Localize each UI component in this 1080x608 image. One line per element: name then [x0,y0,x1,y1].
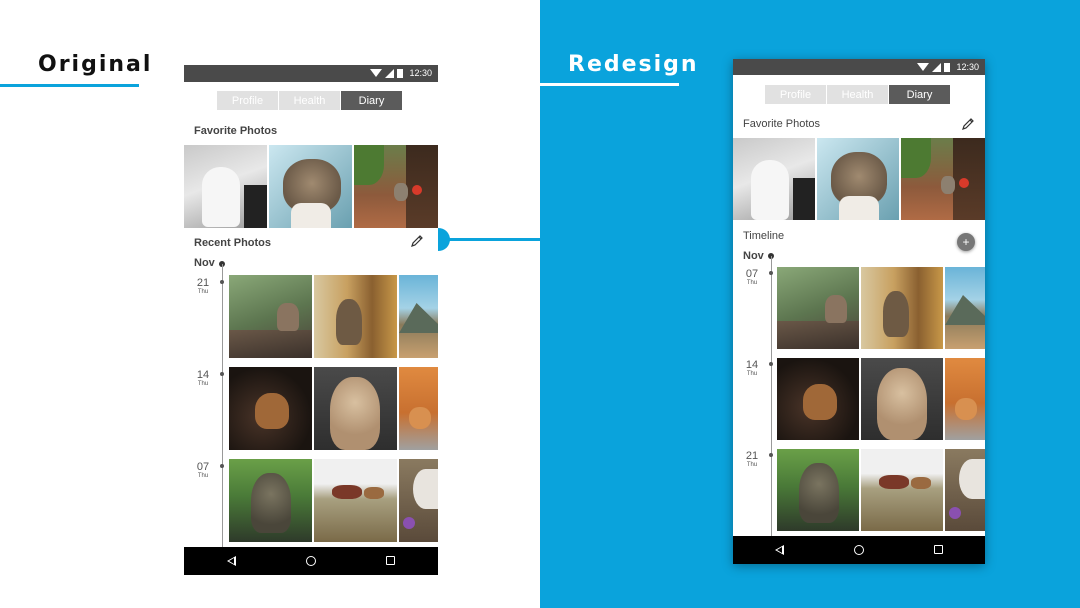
favorite-photo-white-cat[interactable] [184,145,267,228]
timeline-photo[interactable] [861,267,943,349]
timeline-photo[interactable] [861,449,943,531]
timeline-line [222,264,223,547]
battery-icon [944,62,951,72]
original-phone-screen: 12:30 Profile Health Diary Favorite Phot… [184,65,438,575]
tab-diary[interactable]: Diary [341,91,403,110]
status-time: 12:30 [409,68,432,78]
favorites-title: Favorite Photos [743,118,821,130]
day-label: 14 Thu [745,359,759,377]
timeline-title: Timeline [743,230,785,242]
month-label: Nov [743,250,764,262]
timeline-photo[interactable] [945,449,985,531]
status-time: 12:30 [956,62,979,72]
month-label: Nov [194,257,215,269]
recent-apps-icon[interactable] [386,556,395,565]
timeline-photo[interactable] [945,267,985,349]
redesign-heading: Redesign [568,52,699,77]
timeline-line [771,256,772,536]
day-label: 21 Thu [745,450,759,468]
timeline-tick [220,280,224,284]
status-bar: 12:30 [184,65,438,82]
timeline-photo[interactable] [777,358,859,440]
timeline-photo[interactable] [777,267,859,349]
favorite-photo-plants-cat[interactable] [354,145,438,228]
tab-bar: Profile Health Diary [217,91,403,110]
pencil-icon[interactable] [961,117,975,131]
timeline-tick [220,464,224,468]
recent-photo[interactable] [314,367,397,450]
favorites-title: Favorite Photos [194,125,278,137]
add-photo-button[interactable]: + [957,233,975,251]
tab-diary[interactable]: Diary [889,85,951,104]
home-icon[interactable] [306,556,316,566]
timeline-photo[interactable] [861,358,943,440]
nav-bar [184,547,438,575]
wifi-icon [370,69,383,77]
day-label: 07 Thu [745,268,759,286]
recent-photos-title: Recent Photos [194,237,272,249]
favorite-photo-tabby-cat[interactable] [817,138,899,220]
recent-photo[interactable] [229,275,312,358]
favorite-photo-white-cat[interactable] [733,138,815,220]
tab-health[interactable]: Health [279,91,341,110]
recent-photo[interactable] [399,367,438,450]
tab-bar: Profile Health Diary [765,85,951,104]
connector-line [438,238,680,241]
battery-icon [397,68,404,78]
recent-photo[interactable] [229,367,312,450]
timeline-tick [220,372,224,376]
home-icon[interactable] [854,545,864,555]
day-label: 14 Thu [196,369,210,387]
favorite-photo-plants-cat[interactable] [901,138,985,220]
timeline-tick [769,453,773,457]
favorite-photo-tabby-cat[interactable] [269,145,352,228]
tab-profile[interactable]: Profile [765,85,827,104]
tab-health[interactable]: Health [827,85,889,104]
recent-apps-icon[interactable] [934,545,943,554]
nav-bar [733,536,985,564]
day-label: 07 Thu [196,461,210,479]
pencil-icon[interactable] [410,234,424,248]
signal-icon [932,62,942,72]
redesign-underline [540,83,679,86]
recent-photo[interactable] [314,275,397,358]
timeline-tick [769,271,773,275]
recent-photo[interactable] [399,275,438,358]
tab-profile[interactable]: Profile [217,91,279,110]
recent-photo[interactable] [314,459,397,542]
recent-photo[interactable] [229,459,312,542]
status-bar: 12:30 [733,59,985,75]
back-icon[interactable] [775,545,784,555]
timeline-photo[interactable] [777,449,859,531]
timeline-tick [769,362,773,366]
recent-photo[interactable] [399,459,438,542]
timeline-photo[interactable] [945,358,985,440]
day-label: 21 Thu [196,277,210,295]
original-underline [0,84,139,87]
signal-icon [385,68,395,78]
redesign-phone-screen: 12:30 Profile Health Diary Favorite Phot… [733,59,985,564]
original-heading: Original [38,52,153,77]
back-icon[interactable] [227,556,236,566]
wifi-icon [917,63,930,71]
